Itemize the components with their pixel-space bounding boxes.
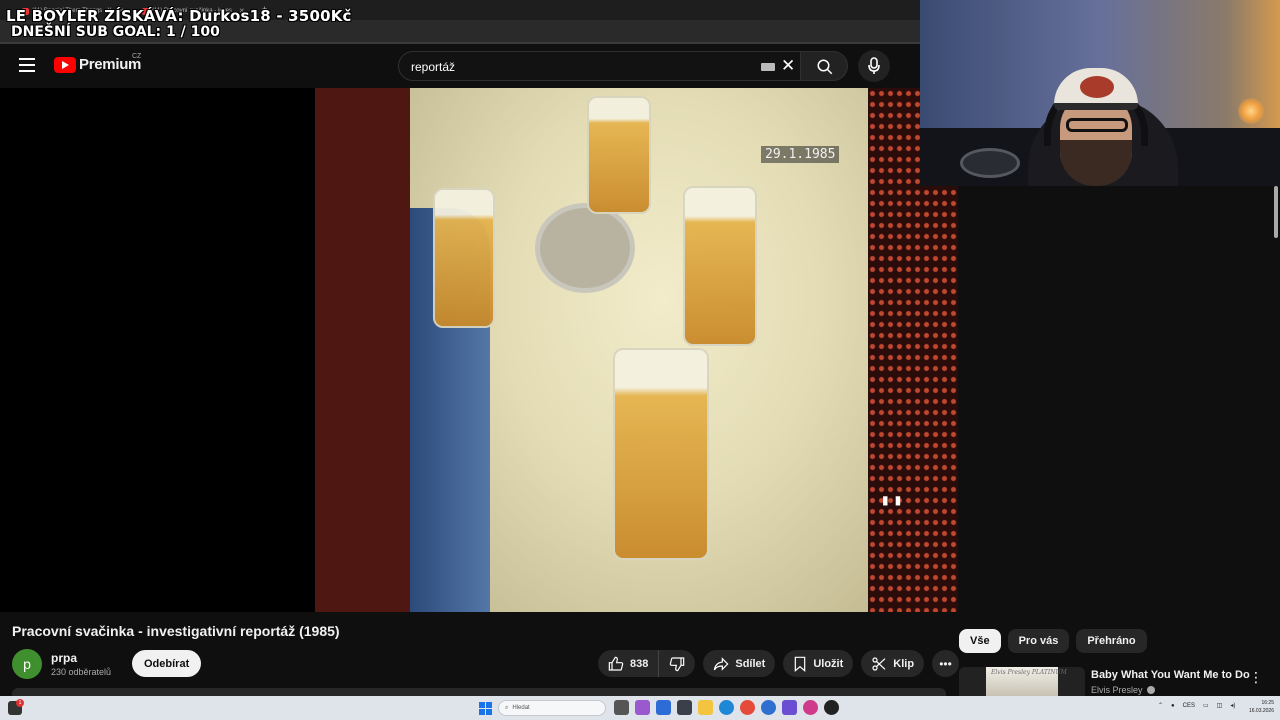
chat-app-icon[interactable] — [782, 700, 797, 715]
more-actions-icon[interactable]: ••• — [932, 650, 960, 677]
windows-taskbar: 1 ⌕ Hledat ⌃ ● CES ▭ ◫ ◂) 16:25 16.03.20… — [0, 696, 1280, 720]
webcam-lamp — [1238, 98, 1264, 124]
taskbar-search-placeholder: Hledat — [512, 705, 530, 711]
beer-mug — [613, 348, 709, 560]
youtube-premium-logo[interactable]: Premium — [54, 56, 141, 73]
verified-icon — [1146, 686, 1155, 694]
like-button[interactable]: 838 — [598, 650, 660, 677]
search-input[interactable]: reportáž ✕ — [398, 51, 806, 81]
curtain-left — [315, 88, 410, 612]
clock-time: 16:25 — [1261, 700, 1274, 706]
share-icon — [714, 656, 729, 671]
beer-mug — [433, 188, 495, 328]
microphone-icon — [868, 57, 880, 74]
description-box[interactable] — [12, 688, 946, 696]
related-channel-name: Elvis Presley — [1091, 685, 1143, 695]
video-frame: 29.1.1985 ▮▮ — [315, 88, 958, 612]
keyboard-icon[interactable] — [761, 63, 775, 71]
glasses — [1066, 118, 1128, 132]
tray-chevron-icon[interactable]: ⌃ — [1158, 702, 1163, 709]
browser-app-icon[interactable] — [761, 700, 776, 715]
beer-mug — [683, 186, 757, 346]
thumbs-up-icon — [608, 656, 624, 671]
beer-mug — [587, 96, 651, 214]
tray-mic-icon[interactable]: ● — [1171, 703, 1175, 709]
related-video-title[interactable]: Baby What You Want Me to Do — [1091, 669, 1250, 681]
stream-overlay: LE BOYLER ZÍSKÁVÁ: Durkos18 - 3500Kč DNE… — [6, 8, 352, 40]
country-code: CZ — [132, 53, 142, 60]
tray-monitor-icon[interactable]: ▭ — [1203, 702, 1209, 709]
related-filter-chips: Vše Pro vás Přehráno — [959, 629, 1147, 653]
taskbar-clock[interactable]: 16:25 16.03.2026 — [1240, 699, 1274, 715]
page-scrollbar[interactable] — [1274, 186, 1278, 238]
task-view-icon[interactable] — [614, 700, 629, 715]
youtube-header: Premium CZ reportáž ✕ — [0, 44, 920, 88]
bookmark-icon — [795, 656, 806, 672]
thumbs-down-icon — [670, 656, 685, 671]
chip-watched[interactable]: Přehráno — [1076, 629, 1147, 653]
chip-all[interactable]: Vše — [959, 629, 1001, 653]
streamer-webcam — [920, 0, 1280, 186]
edge-icon[interactable] — [719, 700, 734, 715]
video-player[interactable]: 29.1.1985 ▮▮ — [0, 88, 958, 612]
scissors-icon — [872, 656, 886, 671]
notification-badge: 1 — [16, 699, 24, 707]
keyboard-language[interactable]: CES — [1183, 703, 1195, 709]
channel-avatar[interactable]: p — [12, 649, 42, 679]
media-icon[interactable] — [677, 700, 692, 715]
dislike-button[interactable] — [659, 650, 695, 677]
notification-app-icon[interactable]: 1 — [8, 699, 24, 715]
tray-volume-icon[interactable]: ◂) — [1230, 702, 1235, 709]
save-label: Uložit — [813, 657, 844, 670]
clip-button[interactable]: Klip — [861, 650, 925, 677]
search-button[interactable] — [800, 51, 848, 81]
chip-for-you[interactable]: Pro vás — [1007, 629, 1070, 653]
video-actions: 838 Sdílet Uložit Klip ••• — [598, 650, 960, 677]
like-dislike-group: 838 — [598, 650, 696, 677]
taskbar-apps — [614, 700, 839, 715]
related-column — [958, 186, 1280, 696]
like-count: 838 — [630, 657, 649, 670]
subscribe-button[interactable]: Odebírat — [132, 650, 202, 677]
save-button[interactable]: Uložit — [783, 650, 854, 677]
related-video-thumbnail[interactable]: Elvis Presley PLATINUM — [959, 667, 1085, 696]
search-input-value[interactable]: reportáž — [411, 60, 455, 74]
file-explorer-icon[interactable] — [698, 700, 713, 715]
video-date-stamp: 29.1.1985 — [761, 146, 840, 163]
cap-logo — [1080, 76, 1114, 98]
channel-name[interactable]: prpa — [51, 651, 77, 665]
clear-search-icon[interactable]: ✕ — [781, 57, 795, 75]
related-video-item[interactable]: Elvis Presley PLATINUM Baby What You Wan… — [959, 667, 1279, 696]
top-donor-text: LE BOYLER ZÍSKÁVÁ: Durkos18 - 3500Kč — [6, 7, 352, 25]
clip-label: Klip — [893, 657, 915, 670]
search-icon: ⌕ — [505, 704, 509, 711]
discord-like-icon[interactable] — [803, 700, 818, 715]
youtube-play-icon — [54, 56, 76, 73]
album-art-text: Elvis Presley PLATINUM — [991, 669, 1067, 676]
share-button[interactable]: Sdílet — [703, 650, 776, 677]
more-options-icon[interactable]: ⋮ — [1249, 669, 1263, 686]
chrome-icon[interactable] — [740, 700, 755, 715]
channel-subscriber-count: 230 odběratelů — [51, 667, 112, 677]
video-title: Pracovní svačinka - investigativní repor… — [12, 623, 340, 639]
sub-goal-text: DNEŠNÍ SUB GOAL: 1 / 100 — [11, 24, 220, 40]
copilot-icon[interactable] — [635, 700, 650, 715]
windows-start-icon[interactable] — [479, 702, 492, 715]
clock-date: 16.03.2026 — [1248, 708, 1274, 714]
store-icon[interactable] — [656, 700, 671, 715]
tray-network-icon[interactable]: ◫ — [1217, 702, 1223, 709]
frame-marks: ▮▮ — [882, 493, 908, 507]
share-label: Sdílet — [735, 657, 766, 670]
hamburger-menu-icon[interactable] — [19, 58, 35, 72]
related-video-channel[interactable]: Elvis Presley — [1091, 685, 1155, 695]
webcam-microphone — [960, 148, 1020, 178]
search-icon — [817, 59, 833, 75]
voice-search-button[interactable] — [858, 50, 890, 82]
taskbar-search[interactable]: ⌕ Hledat — [498, 700, 606, 716]
obs-icon[interactable] — [824, 700, 839, 715]
system-tray: ⌃ ● CES ▭ ◫ ◂) — [1158, 702, 1235, 710]
ashtray — [535, 203, 635, 293]
